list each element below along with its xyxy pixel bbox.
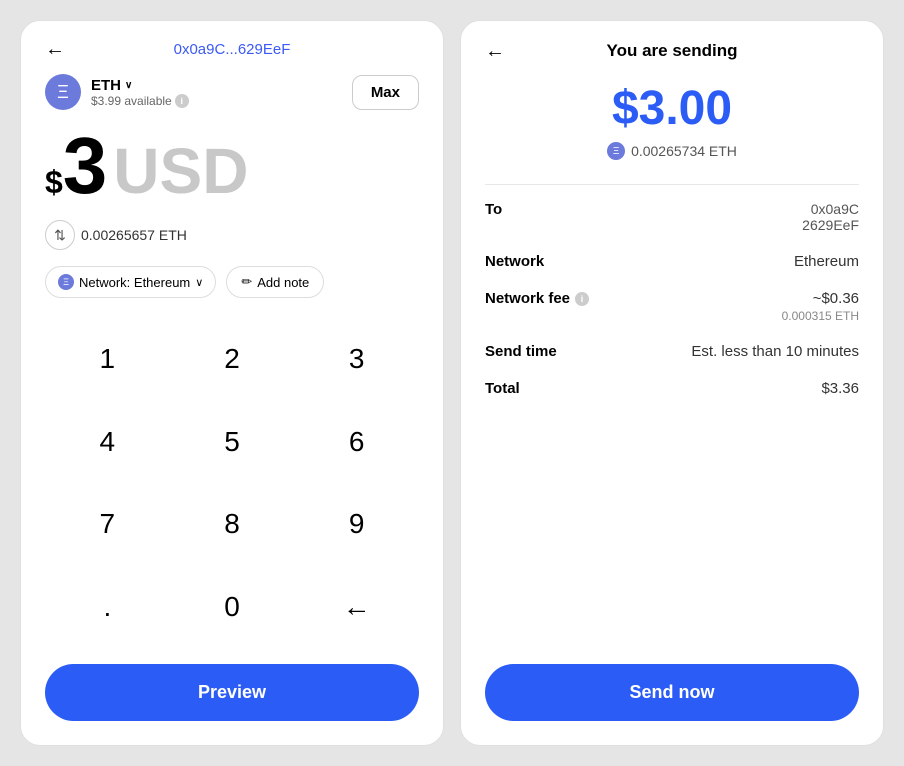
fee-eth-value: 0.000315 ETH: [782, 309, 859, 323]
amount-number: 3: [63, 126, 108, 206]
swap-icon[interactable]: ⇅: [45, 220, 75, 250]
total-value: $3.36: [821, 380, 859, 397]
token-info: Ξ ETH ∨ $3.99 available i: [45, 74, 189, 110]
key-8[interactable]: 8: [170, 483, 295, 566]
token-name[interactable]: ETH ∨: [91, 77, 189, 94]
divider: [485, 184, 859, 185]
send-amount-eth: Ξ 0.00265734 ETH: [485, 142, 859, 160]
send-time-row: Send time Est. less than 10 minutes: [485, 343, 859, 360]
network-eth-icon: Ξ: [58, 274, 74, 290]
key-6[interactable]: 6: [294, 401, 419, 484]
to-address-line1: 0x0a9C: [802, 201, 859, 217]
network-label: Network: Ethereum: [79, 275, 190, 290]
network-row: Ξ Network: Ethereum ∨ ✏ Add note: [45, 266, 419, 298]
key-3[interactable]: 3: [294, 318, 419, 401]
token-details: ETH ∨ $3.99 available i: [91, 77, 189, 108]
token-row: Ξ ETH ∨ $3.99 available i Max: [45, 74, 419, 110]
to-label: To: [485, 201, 502, 218]
fee-label-row: Network fee i: [485, 290, 589, 307]
eth-eq-text: 0.00265657 ETH: [81, 227, 187, 243]
detail-section: To 0x0a9C 2629EeF Network Ethereum Netwo…: [485, 201, 859, 664]
send-time-label: Send time: [485, 343, 557, 360]
add-note-button[interactable]: ✏ Add note: [226, 266, 324, 298]
amount-currency: USD: [113, 139, 248, 203]
pencil-icon: ✏: [241, 274, 252, 290]
send-now-button[interactable]: Send now: [485, 664, 859, 721]
key-2[interactable]: 2: [170, 318, 295, 401]
fee-label: Network fee: [485, 290, 570, 307]
send-time-value: Est. less than 10 minutes: [691, 343, 859, 360]
amount-display: $ 3 USD: [45, 126, 419, 206]
back-button-left[interactable]: ←: [45, 38, 65, 61]
left-header: ← 0x0a9C...629EeF: [45, 41, 419, 58]
eth-logo-icon: Ξ: [45, 74, 81, 110]
network-detail-value: Ethereum: [794, 253, 859, 270]
right-header: ← You are sending: [485, 41, 859, 61]
total-row: Total $3.36: [485, 380, 859, 397]
confirm-panel: ← You are sending $3.00 Ξ 0.00265734 ETH…: [460, 20, 884, 746]
eth-confirm-icon: Ξ: [607, 142, 625, 160]
keypad: 1 2 3 4 5 6 7 8 9 . 0 ←: [45, 318, 419, 648]
send-amount-usd: $3.00: [485, 81, 859, 136]
key-7[interactable]: 7: [45, 483, 170, 566]
network-button[interactable]: Ξ Network: Ethereum ∨: [45, 266, 216, 298]
total-label: Total: [485, 380, 520, 397]
key-4[interactable]: 4: [45, 401, 170, 484]
header-title: You are sending: [607, 41, 738, 61]
key-0[interactable]: 0: [170, 566, 295, 649]
send-panel: ← 0x0a9C...629EeF Ξ ETH ∨ $3.99 availabl…: [20, 20, 444, 746]
to-address-line2: 2629EeF: [802, 217, 859, 233]
network-chevron-icon: ∨: [195, 276, 203, 289]
key-1[interactable]: 1: [45, 318, 170, 401]
fee-row: Network fee i ~$0.36 0.000315 ETH: [485, 290, 859, 323]
back-button-right[interactable]: ←: [485, 40, 505, 63]
key-backspace[interactable]: ←: [294, 566, 419, 649]
token-available: $3.99 available i: [91, 94, 189, 108]
fee-info-icon[interactable]: i: [575, 292, 589, 306]
wallet-address[interactable]: 0x0a9C...629EeF: [174, 41, 291, 58]
max-button[interactable]: Max: [352, 75, 419, 110]
add-note-label: Add note: [257, 275, 309, 290]
dollar-sign: $: [45, 164, 63, 201]
network-row: Network Ethereum: [485, 253, 859, 270]
network-detail-label: Network: [485, 253, 544, 270]
to-row: To 0x0a9C 2629EeF: [485, 201, 859, 233]
token-chevron-icon: ∨: [125, 80, 132, 91]
key-dot[interactable]: .: [45, 566, 170, 649]
info-icon[interactable]: i: [175, 94, 189, 108]
fee-value: ~$0.36: [782, 290, 859, 307]
send-amount-eth-value: 0.00265734 ETH: [631, 143, 737, 159]
preview-button[interactable]: Preview: [45, 664, 419, 721]
key-9[interactable]: 9: [294, 483, 419, 566]
key-5[interactable]: 5: [170, 401, 295, 484]
eth-equivalent-row: ⇅ 0.00265657 ETH: [45, 220, 419, 250]
